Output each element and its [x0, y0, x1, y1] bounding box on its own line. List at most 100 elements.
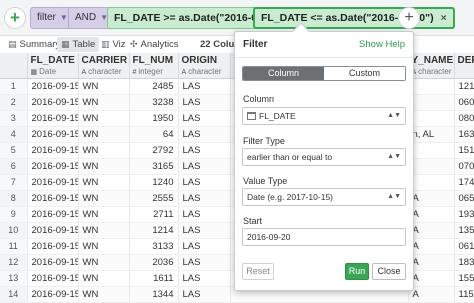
- table-cell: 2016-09-15: [27, 126, 79, 143]
- value-type-select[interactable]: Date (e.g. 2017-10-15) ▲▼: [242, 188, 406, 206]
- table-cell: WN: [78, 110, 130, 127]
- table-cell: LAS: [178, 238, 231, 255]
- table-icon: ▦: [61, 39, 70, 49]
- start-label: Start: [243, 216, 263, 226]
- column-name: FL_DATE: [30, 55, 75, 66]
- start-input[interactable]: 2016-09-20: [242, 228, 406, 246]
- table-cell: 2016-09-15: [27, 78, 79, 95]
- table-cell: 1150: [454, 286, 474, 303]
- column-name: Y_NAME: [411, 55, 454, 66]
- mode-column-button[interactable]: Column: [243, 67, 324, 80]
- column-select[interactable]: FL_DATE ▲▼: [242, 107, 406, 125]
- filter-popover: Filter Show Help Column Custom Column FL…: [234, 22, 414, 291]
- row-index: 1: [0, 78, 28, 95]
- table-cell: WN: [78, 174, 130, 191]
- table-cell: 2036: [129, 254, 179, 271]
- column-header[interactable]: ORIGIN Acharacter: [178, 53, 231, 79]
- table-cell: WN: [78, 126, 130, 143]
- table-cell: 2016-09-15: [27, 286, 79, 303]
- close-button[interactable]: Close: [372, 263, 406, 280]
- row-index: 4: [0, 126, 28, 143]
- table-cell: 1344: [129, 286, 179, 303]
- column-select-value: FL_DATE: [259, 111, 296, 121]
- column-name: CARRIER: [81, 55, 128, 66]
- table-cell: A: [408, 190, 455, 207]
- column-header[interactable]: FL_NUM # integer: [129, 53, 179, 79]
- filter-mode-toggle: Column Custom: [242, 66, 406, 81]
- tab-table[interactable]: ▦ Table: [57, 37, 100, 52]
- show-help-link[interactable]: Show Help: [359, 39, 405, 50]
- table-cell: A: [408, 222, 455, 239]
- table-cell: LAS: [178, 222, 231, 239]
- column-header[interactable]: FL_DATE ▦ Date: [27, 53, 79, 79]
- table-cell: 3133: [129, 238, 179, 255]
- add-step-button[interactable]: +: [4, 7, 26, 29]
- table-cell: 2555: [129, 190, 179, 207]
- table-cell: WN: [78, 254, 130, 271]
- table-cell: 0700: [454, 158, 474, 175]
- table-cell: [408, 78, 455, 95]
- divider: [235, 57, 413, 58]
- row-index: 8: [0, 190, 28, 207]
- table-cell: LAS: [178, 142, 231, 159]
- table-cell: 0600: [454, 94, 474, 111]
- select-arrows-icon: ▲▼: [387, 193, 401, 200]
- close-icon[interactable]: ×: [441, 12, 447, 24]
- reset-button[interactable]: Reset: [242, 263, 274, 280]
- row-index: 2: [0, 94, 28, 111]
- table-cell: A: [408, 238, 455, 255]
- table-cell: [408, 110, 455, 127]
- table-cell: A: [408, 254, 455, 271]
- mode-custom-button[interactable]: Custom: [324, 67, 405, 80]
- table-cell: WN: [78, 286, 130, 303]
- table-cell: 0655: [454, 190, 474, 207]
- table-cell: A: [408, 206, 455, 223]
- table-cell: LAS: [178, 190, 231, 207]
- table-cell: 2016-09-15: [27, 174, 79, 191]
- tab-viz[interactable]: ▥ Viz: [101, 37, 126, 52]
- table-cell: 2016-09-15: [27, 110, 79, 127]
- table-cell: LAS: [178, 126, 231, 143]
- tab-summary-label: Summary: [19, 39, 61, 50]
- table-cell: 2016-09-15: [27, 206, 79, 223]
- run-button[interactable]: Run: [345, 263, 369, 280]
- tab-summary[interactable]: ▤ Summary: [8, 37, 60, 52]
- analytics-icon: ✣: [130, 39, 138, 49]
- bar-chart-icon: ▥: [101, 39, 110, 49]
- column-type-label: character: [188, 67, 222, 76]
- table-cell: [408, 94, 455, 111]
- table-cell: [408, 142, 455, 159]
- table-cell: A: [408, 270, 455, 287]
- column-header[interactable]: Y_NAMEAcharacter: [408, 53, 455, 79]
- character-icon: A: [81, 69, 87, 76]
- table-cell: 1350: [454, 222, 474, 239]
- table-cell: 2016-09-15: [27, 238, 79, 255]
- table-cell: WN: [78, 270, 130, 287]
- table-cell: LAS: [178, 94, 231, 111]
- table-cell: LAS: [178, 254, 231, 271]
- table-cell: 1745: [454, 174, 474, 191]
- column-name: ORIGIN: [181, 55, 218, 66]
- column-header[interactable]: CARRIER Acharacter: [78, 53, 130, 79]
- column-type-label: integer: [138, 67, 163, 76]
- table-cell: LAS: [178, 174, 231, 191]
- value-type-label: Value Type: [243, 176, 288, 186]
- table-cell: [408, 158, 455, 175]
- filter-condition-pill-2[interactable]: FL_DATE <= as.Date("2016-09-20") ×: [253, 7, 455, 29]
- column-header[interactable]: [0, 53, 28, 79]
- table-cell: [408, 174, 455, 191]
- column-header[interactable]: DEP: [454, 53, 474, 79]
- filter-type-select[interactable]: earlier than or equal to ▲▼: [242, 148, 406, 166]
- column-type-label: character: [418, 67, 452, 76]
- table-cell: WN: [78, 222, 130, 239]
- character-icon: A: [181, 69, 187, 76]
- table-cell: WN: [78, 94, 130, 111]
- column-label: Column: [243, 94, 275, 104]
- add-condition-button[interactable]: +: [398, 7, 420, 29]
- table-cell: 3238: [129, 94, 179, 111]
- table-cell: WN: [78, 142, 130, 159]
- tab-analytics[interactable]: ✣ Analytics: [130, 37, 179, 52]
- table-cell: 2016-09-15: [27, 158, 79, 175]
- row-index: 9: [0, 206, 28, 223]
- start-input-value: 2016-09-20: [247, 232, 291, 242]
